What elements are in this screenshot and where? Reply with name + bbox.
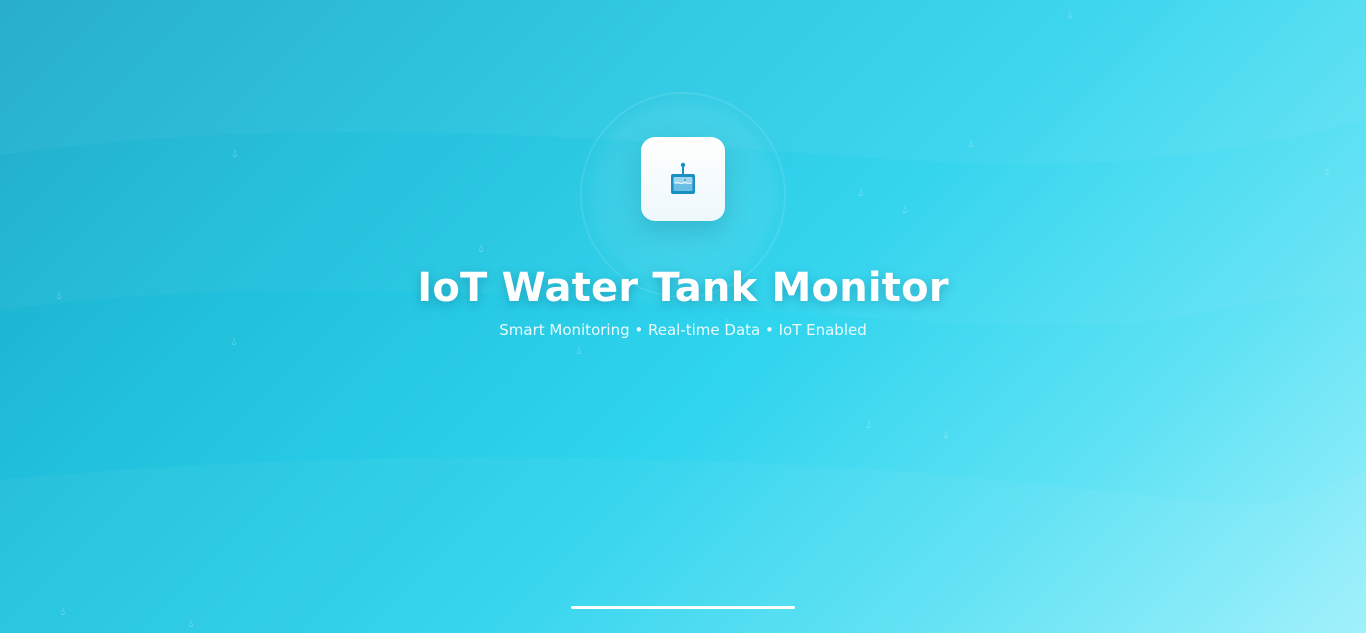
water-droplet-icon: 💧︎ xyxy=(1324,165,1330,178)
water-droplet-icon: 💧︎ xyxy=(60,605,66,618)
water-droplet-icon: 💧︎ xyxy=(576,344,582,357)
water-droplet-icon: 💧︎ xyxy=(478,242,484,255)
water-droplet-icon: 💧︎ xyxy=(858,186,864,199)
water-droplet-icon: 💧︎ xyxy=(968,137,974,150)
loading-progress-bar xyxy=(571,606,795,609)
water-droplet-icon: 💧︎ xyxy=(943,428,949,441)
app-logo xyxy=(641,137,725,221)
water-droplet-icon: 💧︎ xyxy=(1067,8,1073,21)
water-droplet-icon: 💧︎ xyxy=(902,203,908,216)
water-droplet-icon: 💧︎ xyxy=(232,147,238,160)
water-droplet-icon: 💧︎ xyxy=(188,617,194,630)
water-droplet-icon: 💧︎ xyxy=(866,418,872,431)
app-subtitle: Smart Monitoring • Real-time Data • IoT … xyxy=(499,321,867,339)
water-tank-icon xyxy=(671,162,695,194)
app-title: IoT Water Tank Monitor xyxy=(417,265,949,311)
loading-progress-fill xyxy=(571,606,795,609)
